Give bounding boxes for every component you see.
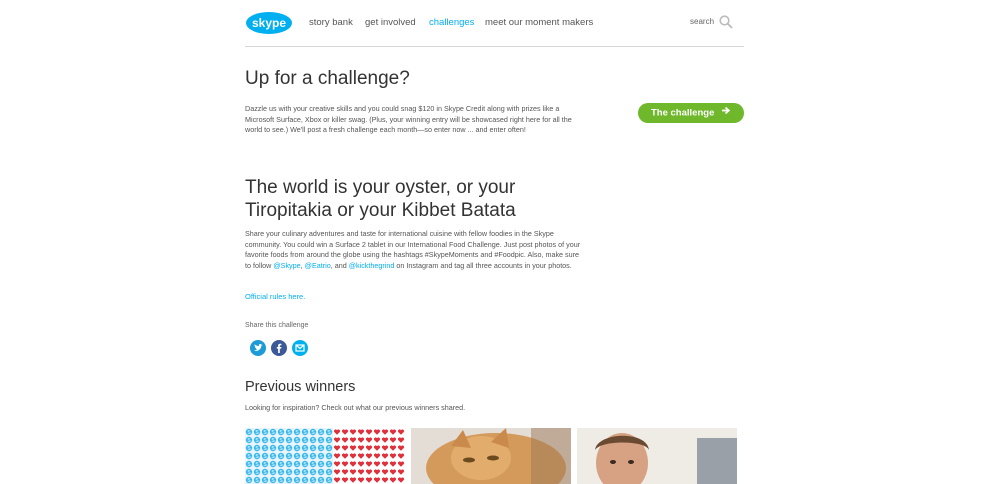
skype-logo[interactable]: skype bbox=[245, 10, 293, 36]
svg-text:skype: skype bbox=[252, 16, 286, 30]
challenge-description: Share your culinary adventures and taste… bbox=[245, 229, 585, 271]
facebook-icon[interactable] bbox=[271, 340, 287, 356]
previous-winners-text: Looking for inspiration? Check out what … bbox=[245, 403, 466, 412]
separator: , and bbox=[330, 260, 349, 270]
intro-text: Dazzle us with your creative skills and … bbox=[245, 104, 572, 135]
challenge-title: The world is your oyster, or your Tiropi… bbox=[245, 177, 516, 221]
header-divider bbox=[245, 46, 744, 47]
search-label[interactable]: search bbox=[690, 17, 714, 26]
search-icon[interactable] bbox=[719, 15, 733, 29]
winner-image-cat[interactable] bbox=[411, 428, 571, 484]
official-rules-link[interactable]: Official rules here. bbox=[245, 292, 305, 301]
winner-image-person[interactable] bbox=[577, 428, 737, 484]
nav-get-involved[interactable]: get involved bbox=[365, 17, 416, 28]
twitter-icon[interactable] bbox=[250, 340, 266, 356]
link-kickthegrind[interactable]: @kickthegrind bbox=[349, 261, 395, 270]
nav-challenges[interactable]: challenges bbox=[429, 17, 474, 28]
cta-label: The challenge bbox=[651, 107, 715, 119]
nav-story-bank[interactable]: story bank bbox=[309, 17, 353, 28]
the-challenge-button[interactable]: The challenge bbox=[638, 103, 744, 123]
email-icon[interactable] bbox=[292, 340, 308, 356]
arrow-right-icon bbox=[722, 103, 731, 123]
nav-meet-moment-makers[interactable]: meet our moment makers bbox=[485, 17, 593, 28]
winner-image-emoji-pattern[interactable]: S bbox=[245, 428, 405, 484]
link-eatrio[interactable]: @Eatrio bbox=[305, 261, 331, 270]
challenge-text: on Instagram and tag all three accounts … bbox=[394, 260, 572, 270]
page-title: Up for a challenge? bbox=[245, 68, 410, 89]
share-label: Share this challenge bbox=[245, 322, 309, 329]
previous-winners-title: Previous winners bbox=[245, 379, 356, 395]
link-skype[interactable]: @Skype bbox=[273, 261, 300, 270]
